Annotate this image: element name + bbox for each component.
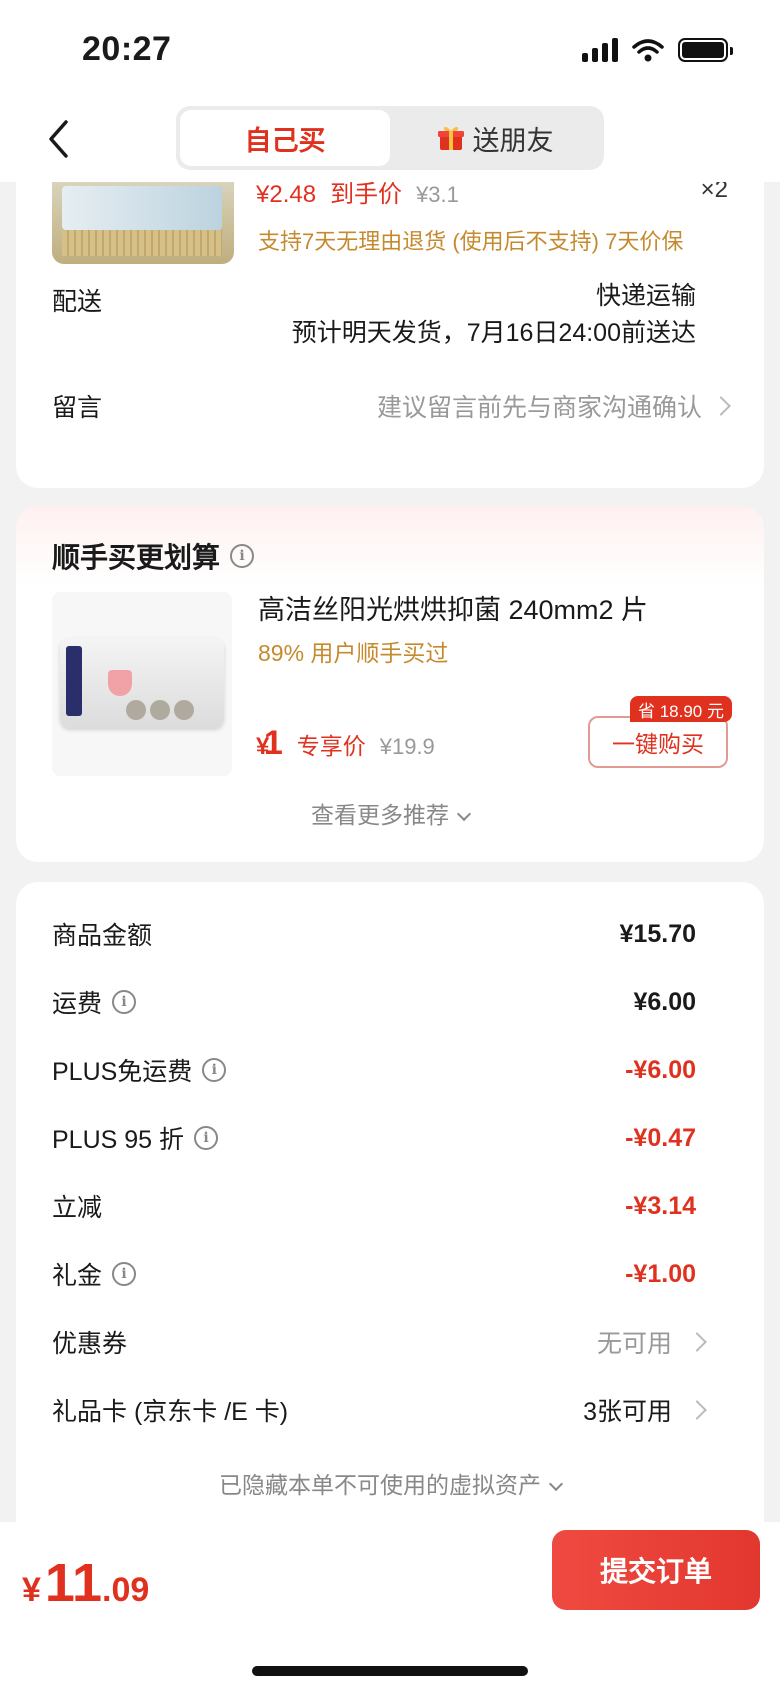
hidden-assets-label: 已隐藏本单不可使用的虚拟资产 <box>219 1472 541 1498</box>
delivery-info[interactable]: 快递运输 预计明天发货，7月16日24:00前送达 <box>292 278 696 352</box>
chevron-down-icon <box>548 1476 564 1492</box>
fee-row-gift-money: 礼金 i -¥1.00 <box>52 1254 704 1294</box>
info-icon[interactable]: i <box>230 544 255 568</box>
delivery-eta: 预计明天发货，7月16日24:00前送达 <box>291 319 696 347</box>
message-field[interactable]: 建议留言前先与商家沟通确认 <box>376 388 731 424</box>
more-recommendations-label: 查看更多推荐 <box>311 802 449 828</box>
item-original-price: ¥3.1 <box>416 182 459 207</box>
recommended-product-name[interactable]: 高洁丝阳光烘烘抑菌 240mm2 片 <box>258 588 648 627</box>
fee-label: PLUS免运费 <box>52 1058 193 1086</box>
status-time: 20:27 <box>82 30 172 68</box>
gift-card-row[interactable]: 礼品卡 (京东卡 /E 卡) 3张可用 <box>52 1390 707 1430</box>
back-arrow-icon <box>49 120 68 158</box>
tab-buy-for-self[interactable]: 自己买 <box>180 110 390 166</box>
fee-row-shipping: 运费 i ¥6.00 <box>52 982 704 1022</box>
checkout-bar: ¥ 11 .09 提交订单 <box>0 1522 780 1688</box>
total-decimal: .09 <box>102 1571 150 1609</box>
delivery-method: 快递运输 <box>595 282 696 310</box>
recommended-social-proof: 89% 用户顺手买过 <box>258 640 449 666</box>
coupon-row[interactable]: 优惠券 无可用 <box>52 1322 707 1362</box>
coupon-value: 无可用 <box>596 1330 672 1358</box>
fee-value: -¥3.14 <box>625 1191 696 1220</box>
recommended-price-tag: 专享价 <box>296 733 366 759</box>
recommended-product-image[interactable] <box>52 592 232 776</box>
return-policy[interactable]: 支持7天无理由退货 (使用后不支持) 7天价保 <box>258 224 683 256</box>
chevron-right-icon <box>711 396 731 416</box>
tab-label: 自己买 <box>244 125 326 156</box>
fee-row-instant-discount: 立减 -¥3.14 <box>52 1186 704 1226</box>
info-icon[interactable]: i <box>112 1262 137 1286</box>
gift-card-label: 礼品卡 (京东卡 /E 卡) <box>52 1398 289 1426</box>
coupon-label: 优惠券 <box>52 1330 128 1358</box>
fee-row-plus-free-shipping: PLUS免运费 i -¥6.00 <box>52 1050 704 1090</box>
price-breakdown-card: 商品金额 ¥15.70 运费 i ¥6.00 PLUS免运费 i -¥6.00 PL… <box>16 882 764 1522</box>
back-button[interactable] <box>38 114 78 164</box>
order-item-card: ¥2.48 到手价 ¥3.1 ×2 支持7天无理由退货 (使用后不支持) 7天价… <box>16 176 764 488</box>
recommended-price: 1 <box>263 724 283 762</box>
info-icon[interactable]: i <box>112 990 137 1014</box>
fee-label: 运费 <box>52 990 103 1018</box>
recommended-price-row: ¥ 1 专享价 ¥19.9 <box>256 724 435 763</box>
submit-order-button[interactable]: 提交订单 <box>552 1530 760 1610</box>
product-thumbnail[interactable] <box>52 182 234 264</box>
fee-value: -¥1.00 <box>625 1259 696 1288</box>
message-label: 留言 <box>52 394 103 422</box>
recommendation-header: 顺手买更划算 i <box>52 536 255 576</box>
gift-card-value: 3张可用 <box>583 1398 672 1426</box>
fee-label: PLUS 95 折 <box>52 1126 185 1154</box>
recommended-original-price: ¥19.9 <box>379 734 435 759</box>
nav-bar: 自己买 送朋友 <box>0 100 780 182</box>
gift-icon <box>437 126 464 150</box>
home-indicator[interactable] <box>252 1666 528 1676</box>
fee-label: 商品金额 <box>52 922 153 950</box>
save-badge: 省 18.90 元 <box>630 696 732 722</box>
fee-value: -¥0.47 <box>625 1123 696 1152</box>
order-total: ¥ 11 .09 <box>22 1552 149 1614</box>
item-price: ¥2.48 <box>256 181 317 208</box>
fee-row-plus-discount: PLUS 95 折 i -¥0.47 <box>52 1118 704 1158</box>
fee-label: 礼金 <box>52 1262 103 1290</box>
delivery-label: 配送 <box>52 288 103 316</box>
one-click-buy-button[interactable]: 一键购买 <box>588 716 728 768</box>
battery-icon <box>678 38 733 62</box>
info-icon[interactable]: i <box>194 1126 219 1150</box>
tab-send-to-friend[interactable]: 送朋友 <box>390 110 600 166</box>
tab-label: 送朋友 <box>472 125 554 156</box>
total-currency: ¥ <box>22 1571 41 1609</box>
recommendation-title: 顺手买更划算 <box>52 542 221 573</box>
recommendation-card: 顺手买更划算 i 高洁丝阳光烘烘抑菌 240mm2 片 89% 用户顺手买过 ¥… <box>16 506 764 862</box>
purchase-mode-switch: 自己买 送朋友 <box>176 106 604 170</box>
status-bar: 20:27 <box>0 0 780 100</box>
hidden-assets-toggle[interactable]: 已隐藏本单不可使用的虚拟资产 <box>16 1466 764 1500</box>
fee-value: -¥6.00 <box>625 1055 696 1084</box>
chevron-right-icon <box>687 1400 707 1420</box>
wifi-icon <box>632 39 664 62</box>
info-icon[interactable]: i <box>202 1058 227 1082</box>
cellular-signal-icon <box>582 38 618 62</box>
chevron-down-icon <box>456 806 472 822</box>
more-recommendations-link[interactable]: 查看更多推荐 <box>16 796 764 830</box>
fee-row-subtotal: 商品金额 ¥15.70 <box>52 914 704 954</box>
total-integer: 11 <box>44 1553 103 1613</box>
fee-value: ¥6.00 <box>633 987 696 1016</box>
fee-label: 立减 <box>52 1194 103 1222</box>
fee-value: ¥15.70 <box>619 919 696 948</box>
message-placeholder: 建议留言前先与商家沟通确认 <box>376 394 702 422</box>
chevron-right-icon <box>687 1332 707 1352</box>
